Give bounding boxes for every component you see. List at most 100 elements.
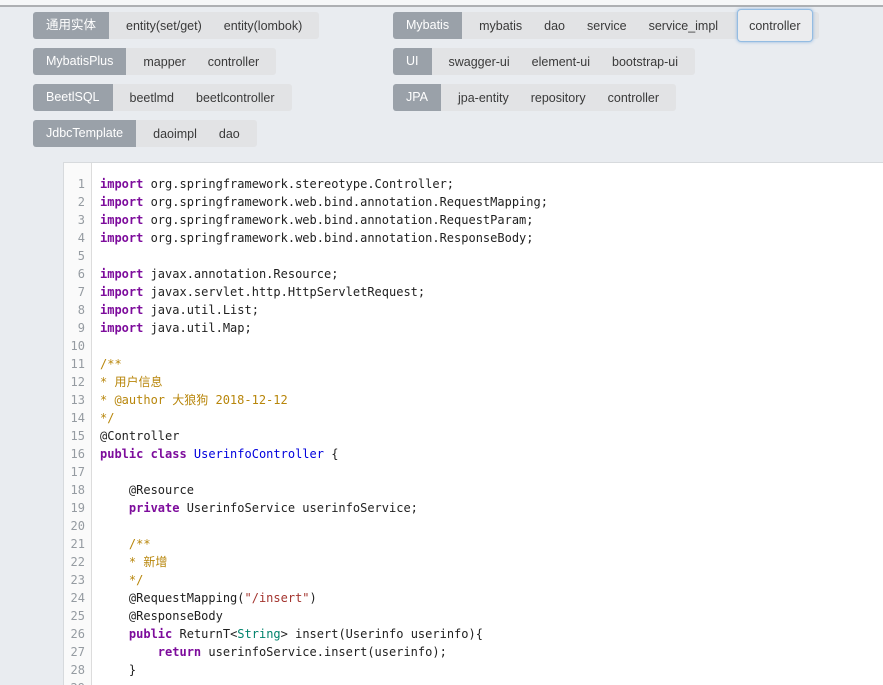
code-line: 12 * 用户信息 [64,373,883,391]
code-line-content [92,337,100,355]
template-group-items: daoimpldao [136,120,257,147]
code-token: UserinfoService userinfoService; [179,501,417,515]
template-item-mapper[interactable]: mapper [132,55,196,69]
template-group-label: Mybatis [393,12,462,39]
code-token: import [100,285,143,299]
code-line: 29 [64,679,883,685]
code-line-content: } [92,661,136,679]
line-number: 4 [64,229,92,247]
top-chrome-strip [0,0,883,7]
template-item-jpa-entity[interactable]: jpa-entity [447,91,520,105]
code-line: 18 @Resource [64,481,883,499]
code-line-content: */ [92,571,143,589]
line-number: 13 [64,391,92,409]
template-item-controller[interactable]: controller [197,55,270,69]
code-line: 6import javax.annotation.Resource; [64,265,883,283]
template-group-label: JPA [393,84,441,111]
template-group-label: UI [393,48,432,75]
code-token: /** [100,537,151,551]
line-number: 26 [64,625,92,643]
code-token: org.springframework.web.bind.annotation.… [143,231,533,245]
template-item-element-ui[interactable]: element-ui [521,55,601,69]
code-line: 11/** [64,355,883,373]
template-item-repository[interactable]: repository [520,91,597,105]
template-item-bootstrap-ui[interactable]: bootstrap-ui [601,55,689,69]
code-line: 3 import org.springframework.web.bind.ann… [64,211,883,229]
code-line-content: public ReturnT<String> insert(Userinfo u… [92,625,483,643]
template-item-dao[interactable]: dao [208,127,251,141]
code-token: public [129,627,172,641]
template-group-UI: UIswagger-uielement-uibootstrap-ui [393,48,695,75]
code-token: import [100,177,143,191]
line-number: 9 [64,319,92,337]
code-token: @RequestMapping( [100,591,245,605]
code-line: 1import org.springframework.stereotype.C… [64,175,883,193]
template-group-items: mappercontroller [126,48,276,75]
code-line-content: /** [92,535,151,553]
template-group-label: MybatisPlus [33,48,126,75]
template-group-items: swagger-uielement-uibootstrap-ui [432,48,696,75]
code-line: 8import java.util.List; [64,301,883,319]
code-line: 5 [64,247,883,265]
template-item-beetlcontroller[interactable]: beetlcontroller [185,91,286,105]
code-token: org.springframework.web.bind.annotation.… [143,213,533,227]
template-group-JdbcTemplate: JdbcTemplatedaoimpldao [33,120,257,147]
template-item-daoimpl[interactable]: daoimpl [142,127,208,141]
code-token: * 用户信息 [100,375,162,389]
line-number: 16 [64,445,92,463]
template-group-label: 通用实体 [33,12,109,39]
line-number: 10 [64,337,92,355]
code-line: 27 return userinfoService.insert(userinf… [64,643,883,661]
code-line-content: @RequestMapping("/insert") [92,589,317,607]
line-number: 2 [64,193,92,211]
line-number: 12 [64,373,92,391]
code-token: */ [100,411,114,425]
line-number: 3 [64,211,92,229]
template-item-controller[interactable]: controller [737,9,812,42]
code-editor[interactable]: 1import org.springframework.stereotype.C… [63,162,883,685]
template-item-dao[interactable]: dao [533,19,576,33]
code-token: import [100,303,143,317]
code-token: javax.annotation.Resource; [143,267,338,281]
code-line: 2import org.springframework.web.bind.ann… [64,193,883,211]
template-item-swagger-ui[interactable]: swagger-ui [438,55,521,69]
template-group-items: jpa-entityrepositorycontroller [441,84,676,111]
line-number: 17 [64,463,92,481]
code-token: String [237,627,280,641]
template-item-mybatis[interactable]: mybatis [468,19,533,33]
template-item-entity(set/get)[interactable]: entity(set/get) [115,19,213,33]
code-token: @ResponseBody [100,609,223,623]
code-line: 22 * 新增 [64,553,883,571]
template-item-service[interactable]: service [576,19,638,33]
code-token: @Controller [100,429,179,443]
line-number: 24 [64,589,92,607]
code-line: 24 @RequestMapping("/insert") [64,589,883,607]
template-group-label: JdbcTemplate [33,120,136,147]
code-line-content: import org.springframework.web.bind.anno… [92,229,534,247]
code-line: 9import java.util.Map; [64,319,883,337]
code-token: org.springframework.stereotype.Controlle… [143,177,454,191]
code-line-content [92,679,100,685]
code-token: java.util.Map; [143,321,251,335]
code-token: import [100,195,143,209]
line-number: 8 [64,301,92,319]
template-group-Mybatis: Mybatis mybatisdaoserviceservice_impl cont… [393,12,819,39]
line-number: 7 [64,283,92,301]
code-line-content: * @author 大狼狗 2018-12-12 [92,391,288,409]
code-line-content: /** [92,355,122,373]
line-number: 25 [64,607,92,625]
template-selector: 通用实体 entity(set/get)entity(lombok) Mybatis… [33,12,883,156]
code-token: * @author 大狼狗 2018-12-12 [100,393,288,407]
code-token: @Resource [100,483,194,497]
line-number: 28 [64,661,92,679]
template-item-service_impl[interactable]: service_impl [638,19,729,33]
template-item-beetlmd[interactable]: beetlmd [119,91,185,105]
code-token: import [100,213,143,227]
template-item-controller[interactable]: controller [597,91,670,105]
template-group-通用实体: 通用实体 entity(set/get)entity(lombok) [33,12,319,39]
template-groups-left: 通用实体 entity(set/get)entity(lombok) Mybatis… [33,12,393,156]
code-line-content [92,463,100,481]
template-item-entity(lombok)[interactable]: entity(lombok) [213,19,314,33]
code-line-content: import org.springframework.stereotype.Co… [92,175,454,193]
code-token: /** [100,357,122,371]
